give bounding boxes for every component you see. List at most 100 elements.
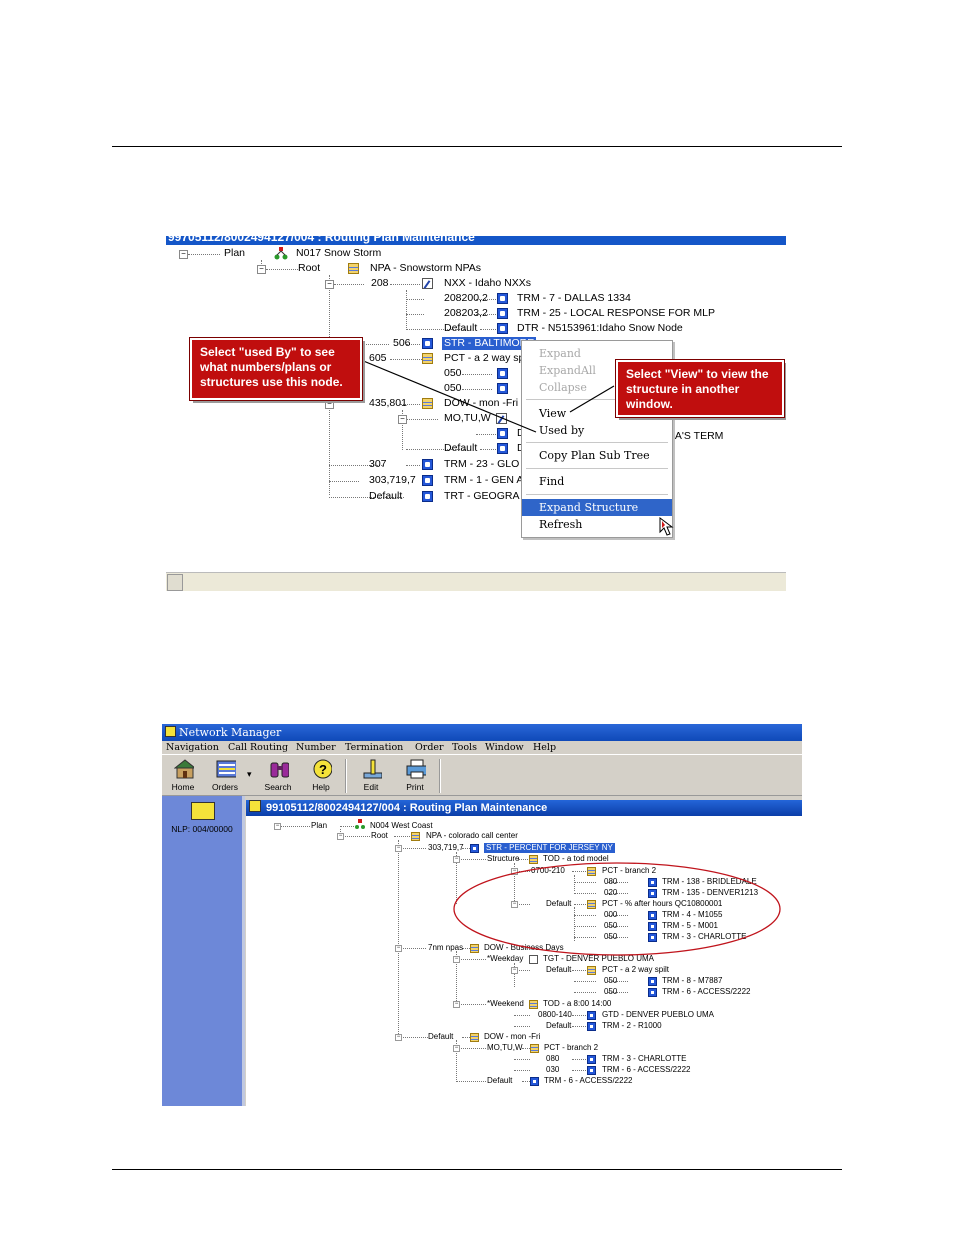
nav-label[interactable]: NLP: 004/00000: [162, 824, 242, 834]
tree-label: MO,TU,W: [487, 1043, 523, 1052]
expander[interactable]: −: [453, 1001, 460, 1008]
menu-number[interactable]: Number: [296, 741, 336, 754]
orders-button[interactable]: Orders: [206, 758, 244, 794]
menu-tools[interactable]: Tools: [452, 741, 477, 754]
orders-label: Orders: [212, 782, 238, 792]
print-button[interactable]: Print: [396, 758, 434, 794]
tree-node[interactable]: PCT - a 2 way spilt: [602, 965, 669, 975]
terminal-icon: [587, 1011, 596, 1020]
tree-label: Default: [546, 965, 572, 974]
tree-label: 080: [546, 1054, 560, 1063]
grid-icon: [530, 1044, 539, 1053]
terminal-icon: [587, 1055, 596, 1064]
menu-termination[interactable]: Termination: [345, 741, 403, 754]
tree-label: Root: [371, 831, 388, 840]
terminal-icon: [648, 977, 657, 986]
routing-plan-window: 99105112/8002494127/004 : Routing Plan M…: [246, 800, 802, 1106]
expander[interactable]: −: [337, 833, 344, 840]
menu-navigation[interactable]: Navigation: [166, 741, 219, 754]
grid-icon: [411, 832, 420, 841]
app-icon: [165, 726, 176, 737]
tree-label: 0800-140: [538, 1010, 572, 1019]
search-button[interactable]: Search: [259, 758, 297, 794]
menu-bar: Navigation Call Routing Number Terminati…: [162, 741, 802, 754]
edit-label: Edit: [363, 782, 379, 792]
callout-used-by: Select "used By" to see what numbers/pla…: [189, 337, 363, 401]
tree-node[interactable]: TRM - 6 - ACCESS/2222: [602, 1065, 690, 1075]
tree-label: Default: [428, 1032, 454, 1041]
tree-label: Plan: [311, 821, 328, 830]
tree-label: Default: [546, 1021, 572, 1030]
tree-node[interactable]: NPA - colorado call center: [426, 831, 518, 841]
tree-node[interactable]: TRM - 6 - ACCESS/2222: [544, 1076, 632, 1086]
expander[interactable]: −: [395, 1034, 402, 1041]
terminal-icon: [648, 988, 657, 997]
search-label: Search: [264, 782, 292, 792]
svg-text:?: ?: [319, 762, 327, 777]
navigation-pane: NLP: 004/00000: [162, 796, 245, 1106]
tree-node[interactable]: GTD - DENVER PUEBLO UMA: [602, 1010, 714, 1020]
tree-node[interactable]: TRM - 8 - M7887: [662, 976, 722, 986]
toolbar-separator: [345, 759, 347, 793]
network-manager-screenshot: Network Manager Navigation Call Routing …: [162, 724, 802, 1106]
tree-context-menu-screenshot: 99705112/8002494127/004 : Routing Plan M…: [166, 236, 786, 594]
app-titlebar: Network Manager: [162, 724, 802, 741]
callout-view: Select "View" to view the structure in a…: [615, 359, 785, 418]
expander[interactable]: −: [274, 823, 281, 830]
home-label: Home: [171, 782, 195, 792]
menu-order[interactable]: Order: [415, 741, 444, 754]
terminal-icon: [470, 844, 479, 853]
menu-call-routing[interactable]: Call Routing: [228, 741, 288, 754]
header-rule: [112, 146, 842, 147]
tree-label: 050: [604, 976, 618, 985]
help-icon: ?: [313, 759, 332, 779]
tree-label: Default: [487, 1076, 513, 1085]
toolbar-separator: [439, 759, 441, 793]
expander[interactable]: −: [395, 945, 402, 952]
terminal-icon: [587, 1066, 596, 1075]
scrollbar-thumb[interactable]: [167, 574, 183, 591]
tree-node[interactable]: PCT - branch 2: [544, 1043, 598, 1053]
menu-help[interactable]: Help: [533, 741, 556, 754]
help-label: Help: [312, 782, 330, 792]
menu-window[interactable]: Window: [485, 741, 524, 754]
highlight-ellipse: [453, 862, 781, 956]
print-label: Print: [406, 782, 424, 792]
home-icon: [174, 759, 194, 779]
toolbar: Home Orders ▾ Search ? Help Edit Print: [162, 754, 802, 796]
edit-button[interactable]: Edit: [352, 758, 390, 794]
tree-node[interactable]: N004 West Coast: [370, 821, 433, 831]
expander[interactable]: −: [511, 967, 518, 974]
tree-label: *Weekend: [487, 999, 524, 1008]
home-button[interactable]: Home: [164, 758, 202, 794]
grid-icon: [470, 1033, 479, 1042]
grid-icon: [529, 1000, 538, 1009]
expander[interactable]: −: [395, 845, 402, 852]
tree-label: 050: [604, 987, 618, 996]
terminal-icon: [530, 1077, 539, 1086]
horizontal-scrollbar[interactable]: [166, 572, 786, 591]
tree-label: 030: [546, 1065, 560, 1074]
edit-icon: [363, 759, 382, 779]
orders-icon: [216, 760, 236, 778]
window-icon: [249, 800, 261, 812]
binoculars-icon: [270, 762, 289, 778]
tree-node[interactable]: TRM - 2 - R1000: [602, 1021, 662, 1031]
tree-node[interactable]: TOD - a 8:00 14:00: [543, 999, 611, 1009]
nlp-icon[interactable]: [191, 802, 215, 820]
expander[interactable]: −: [453, 1045, 460, 1052]
plan-icon: [355, 819, 365, 829]
printer-icon: [406, 759, 426, 779]
window-titlebar: 99105112/8002494127/004 : Routing Plan M…: [246, 800, 802, 816]
tree-node[interactable]: TRM - 6 - ACCESS/2222: [662, 987, 750, 997]
footer-rule: [112, 1169, 842, 1170]
grid-icon: [587, 966, 596, 975]
help-button[interactable]: ? Help: [302, 758, 340, 794]
tree-label: 303,719,7: [428, 843, 464, 852]
app-title: Network Manager: [179, 726, 282, 739]
window-title: 99105112/8002494127/004 : Routing Plan M…: [266, 802, 548, 814]
tree-node[interactable]: TRM - 3 - CHARLOTTE: [602, 1054, 686, 1064]
tree-node[interactable]: DOW - mon -Fri: [484, 1032, 540, 1042]
tree-node-selected[interactable]: STR - PERCENT FOR JERSEY NY: [484, 843, 615, 853]
dropdown-arrow-icon[interactable]: ▾: [247, 769, 252, 780]
